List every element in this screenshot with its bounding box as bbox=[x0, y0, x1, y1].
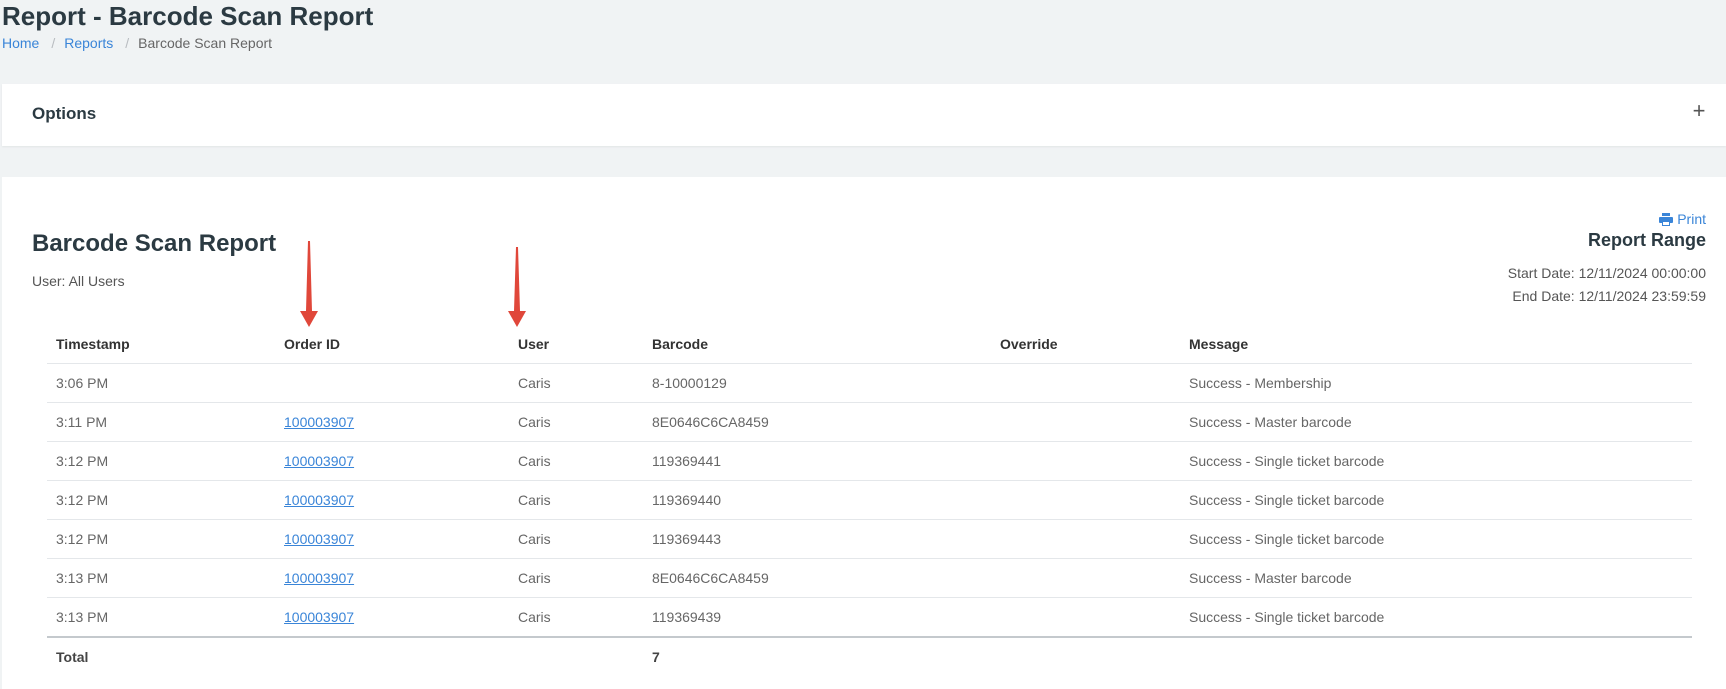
total-label: Total bbox=[56, 649, 89, 665]
breadcrumb-reports[interactable]: Reports bbox=[64, 34, 113, 52]
cell-timestamp: 3:12 PM bbox=[47, 480, 275, 520]
cell-timestamp: 3:13 PM bbox=[47, 558, 275, 598]
total-empty-cell bbox=[509, 637, 643, 676]
expand-plus-icon[interactable]: + bbox=[1687, 99, 1711, 123]
cell-override bbox=[991, 519, 1180, 559]
cell-message: Success - Single ticket barcode bbox=[1180, 519, 1692, 559]
order-id-link[interactable]: 100003907 bbox=[284, 453, 354, 469]
order-id-link[interactable]: 100003907 bbox=[284, 492, 354, 508]
cell-override bbox=[991, 558, 1180, 598]
order-id-link[interactable]: 100003907 bbox=[284, 609, 354, 625]
breadcrumb-separator: / bbox=[125, 35, 130, 51]
cell-timestamp: 3:13 PM bbox=[47, 597, 275, 638]
cell-order-id bbox=[275, 363, 509, 403]
cell-user: Caris bbox=[509, 402, 643, 442]
breadcrumb: Home / Reports / Barcode Scan Report bbox=[2, 34, 272, 52]
cell-override bbox=[991, 441, 1180, 481]
cell-timestamp: 3:12 PM bbox=[47, 519, 275, 559]
cell-barcode: 119369440 bbox=[643, 480, 991, 520]
cell-order-id: 100003907 bbox=[275, 480, 509, 520]
cell-override bbox=[991, 597, 1180, 638]
cell-user: Caris bbox=[509, 597, 643, 638]
breadcrumb-home[interactable]: Home bbox=[2, 34, 39, 52]
total-count: 7 bbox=[652, 649, 660, 665]
cell-message: Success - Single ticket barcode bbox=[1180, 597, 1692, 638]
table-row: 3:12 PM 100003907 Caris 119369443 Succes… bbox=[47, 519, 1692, 559]
table-row: 3:06 PM Caris 8-10000129 Success - Membe… bbox=[47, 363, 1692, 403]
cell-message: Success - Membership bbox=[1180, 363, 1692, 403]
total-empty-cell bbox=[275, 637, 509, 676]
cell-order-id: 100003907 bbox=[275, 441, 509, 481]
cell-order-id: 100003907 bbox=[275, 402, 509, 442]
table-row: 3:11 PM 100003907 Caris 8E0646C6CA8459 S… bbox=[47, 402, 1692, 442]
table-header-row: Timestamp Order ID User Barcode Override… bbox=[47, 325, 1692, 364]
table-row: 3:13 PM 100003907 Caris 8E0646C6CA8459 S… bbox=[47, 558, 1692, 598]
cell-message: Success - Single ticket barcode bbox=[1180, 441, 1692, 481]
cell-timestamp: 3:12 PM bbox=[47, 441, 275, 481]
options-panel[interactable]: Options + bbox=[2, 84, 1726, 146]
table-row: 3:12 PM 100003907 Caris 119369440 Succes… bbox=[47, 480, 1692, 520]
cell-barcode: 119369443 bbox=[643, 519, 991, 559]
order-id-link[interactable]: 100003907 bbox=[284, 414, 354, 430]
scan-report-table: Timestamp Order ID User Barcode Override… bbox=[47, 325, 1692, 676]
report-panel: Barcode Scan Report User: All Users Prin… bbox=[2, 177, 1726, 689]
report-range-title: Report Range bbox=[1587, 230, 1706, 250]
cell-barcode: 8-10000129 bbox=[643, 363, 991, 403]
page-title: Report - Barcode Scan Report bbox=[2, 1, 374, 31]
breadcrumb-current: Barcode Scan Report bbox=[138, 35, 273, 51]
report-start-date: Start Date: 12/11/2024 00:00:00 bbox=[1507, 265, 1706, 281]
cell-message: Success - Master barcode bbox=[1180, 558, 1692, 598]
table-row: 3:12 PM 100003907 Caris 119369441 Succes… bbox=[47, 441, 1692, 481]
cell-barcode: 119369439 bbox=[643, 597, 991, 638]
cell-user: Caris bbox=[509, 519, 643, 559]
printer-icon bbox=[1659, 212, 1674, 226]
print-button[interactable]: Print bbox=[1659, 211, 1706, 227]
cell-barcode: 8E0646C6CA8459 bbox=[643, 558, 991, 598]
column-header-override: Override bbox=[991, 325, 1180, 364]
cell-message: Success - Single ticket barcode bbox=[1180, 480, 1692, 520]
cell-message: Success - Master barcode bbox=[1180, 402, 1692, 442]
total-empty-cell bbox=[1180, 637, 1692, 676]
cell-order-id: 100003907 bbox=[275, 597, 509, 638]
column-header-barcode: Barcode bbox=[643, 325, 991, 364]
cell-override bbox=[991, 402, 1180, 442]
report-user-filter: User: All Users bbox=[32, 273, 125, 289]
order-id-link[interactable]: 100003907 bbox=[284, 570, 354, 586]
cell-barcode: 119369441 bbox=[643, 441, 991, 481]
cell-user: Caris bbox=[509, 558, 643, 598]
report-title: Barcode Scan Report bbox=[32, 230, 277, 257]
options-title: Options bbox=[32, 104, 97, 123]
column-header-timestamp: Timestamp bbox=[47, 325, 275, 364]
cell-user: Caris bbox=[509, 480, 643, 520]
print-label: Print bbox=[1677, 211, 1706, 227]
annotation-arrow-user bbox=[508, 247, 526, 327]
table-total-row: Total 7 bbox=[47, 637, 1692, 676]
cell-timestamp: 3:11 PM bbox=[47, 402, 275, 442]
total-empty-cell bbox=[991, 637, 1180, 676]
cell-order-id: 100003907 bbox=[275, 558, 509, 598]
report-end-date: End Date: 12/11/2024 23:59:59 bbox=[1512, 288, 1706, 304]
cell-barcode: 8E0646C6CA8459 bbox=[643, 402, 991, 442]
cell-user: Caris bbox=[509, 363, 643, 403]
column-header-order-id: Order ID bbox=[275, 325, 509, 364]
table-row: 3:13 PM 100003907 Caris 119369439 Succes… bbox=[47, 597, 1692, 638]
order-id-link[interactable]: 100003907 bbox=[284, 531, 354, 547]
column-header-message: Message bbox=[1180, 325, 1692, 364]
annotation-arrow-order-id bbox=[300, 241, 318, 327]
cell-timestamp: 3:06 PM bbox=[47, 363, 275, 403]
cell-override bbox=[991, 363, 1180, 403]
cell-order-id: 100003907 bbox=[275, 519, 509, 559]
breadcrumb-separator: / bbox=[51, 35, 56, 51]
column-header-user: User bbox=[509, 325, 643, 364]
cell-user: Caris bbox=[509, 441, 643, 481]
cell-override bbox=[991, 480, 1180, 520]
